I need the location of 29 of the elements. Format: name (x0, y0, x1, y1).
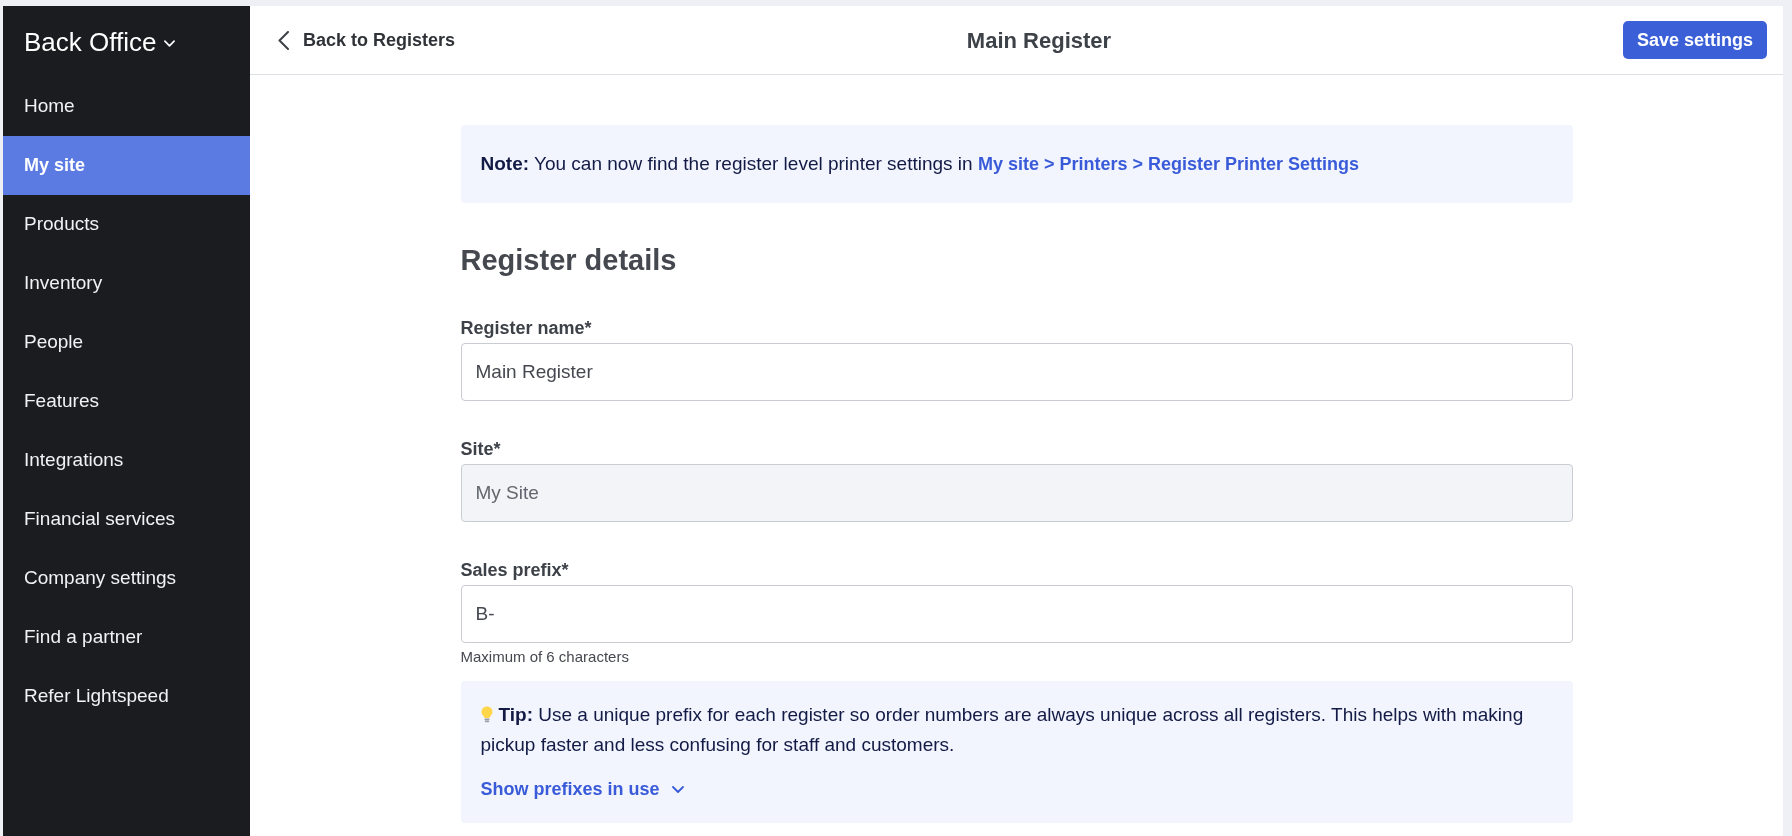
section-title: Register details (460, 244, 678, 276)
sidebar-item[interactable]: Home (3, 77, 250, 136)
tip-text: Tip: Use a unique prefix for each register so order numbers are always unique across all registers. This helps with making pickup faster and less confusing for staff and customers. (480, 703, 1525, 757)
sidebar-item[interactable]: My site (3, 136, 250, 195)
sidebar-item[interactable]: Integrations (3, 431, 250, 490)
field-label: Sales prefix* (460, 560, 570, 580)
sidebar-item[interactable]: Inventory (3, 254, 250, 313)
back-link[interactable]: Back to Registers (278, 26, 456, 54)
sidebar-item[interactable]: Find a partner (3, 608, 250, 667)
page-title: Main Register (966, 26, 1112, 55)
text-field[interactable]: B- (460, 585, 1573, 643)
text-field[interactable]: Main Register (460, 343, 1573, 401)
show-prefixes-toggle[interactable]: Show prefixes in use (480, 777, 684, 801)
field-label: Site* (460, 439, 502, 459)
field-label: Register name* (460, 318, 593, 338)
printer-settings-link[interactable]: My site > Printers > Register Printer Settings (977, 153, 1360, 174)
sidebar-item[interactable]: Features (3, 372, 250, 431)
note-text: Note: You can now find the register level printer settings in My site > Printers > Register Printer Settings (480, 151, 1360, 176)
sidebar-item[interactable]: Financial services (3, 490, 250, 549)
chevron-left-icon (278, 30, 289, 50)
chevron-down-icon (164, 40, 176, 47)
help-text: Maximum of 6 characters (460, 648, 630, 666)
lightbulb-icon (480, 706, 493, 723)
sidebar-item[interactable]: People (3, 313, 250, 372)
sidebar-item[interactable]: Products (3, 195, 250, 254)
sidebar-item[interactable]: Refer Lightspeed (3, 667, 250, 726)
save-settings-button[interactable]: Save settings (1622, 21, 1767, 59)
sidebar-item[interactable]: Company settings (3, 549, 250, 608)
workspace-menu-button[interactable]: Back Office (24, 28, 176, 55)
